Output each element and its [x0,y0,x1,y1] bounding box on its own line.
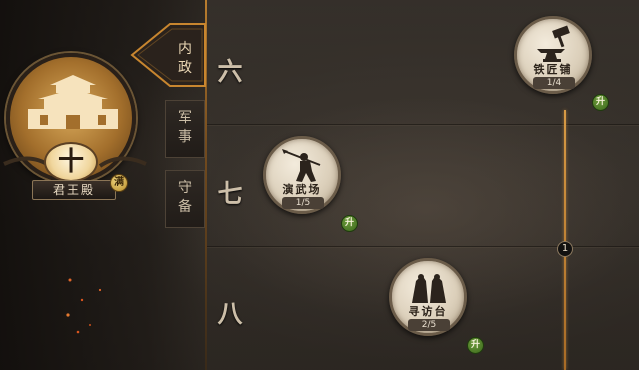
building-progress: 1/5 [282,197,324,209]
building-progress: 2/5 [408,319,450,331]
upgrade-badge[interactable]: 升 [467,337,484,354]
row-level-eight: 八 [217,299,243,328]
palace-building-icon [28,75,118,129]
tab-label: 军事 [178,110,192,145]
building-node-training-ground[interactable]: 演武场 1/5 [263,136,341,214]
game-screen: 六 七 八 1 铁匠铺 1/4 升 演武场 1/5 升 寻访台 2/5 升 内政… [0,0,639,370]
upgrade-badge[interactable]: 升 [341,215,358,232]
palace-level-disc: 十 [44,142,98,182]
row-level-six: 六 [217,57,243,86]
tab-defense[interactable]: 守备 [165,170,205,228]
row-level-seven: 七 [217,179,243,208]
path-step-marker[interactable]: 1 [557,241,573,257]
ember-sparks [66,278,102,334]
row-divider [207,124,639,125]
building-node-blacksmith[interactable]: 铁匠铺 1/4 [514,16,592,94]
building-name: 铁匠铺 [533,63,573,76]
palace-level: 十 [57,147,84,177]
row-divider [207,246,639,247]
max-level-badge: 满 [110,174,128,192]
palace-name-plate: 君王殿 [32,180,116,200]
building-node-visiting-platform[interactable]: 寻访台 2/5 [389,258,467,336]
building-name: 寻访台 [408,305,448,318]
active-tab-arrow [130,23,206,87]
tab-domestic-affairs[interactable]: 内政 [130,22,206,88]
building-name: 演武场 [282,183,322,196]
tab-military[interactable]: 军事 [165,100,205,158]
tab-label: 内政 [178,41,192,76]
upgrade-badge[interactable]: 升 [592,94,609,111]
building-progress: 1/4 [533,77,575,89]
upgrade-path-line [564,110,566,370]
tab-label: 守备 [178,180,192,215]
